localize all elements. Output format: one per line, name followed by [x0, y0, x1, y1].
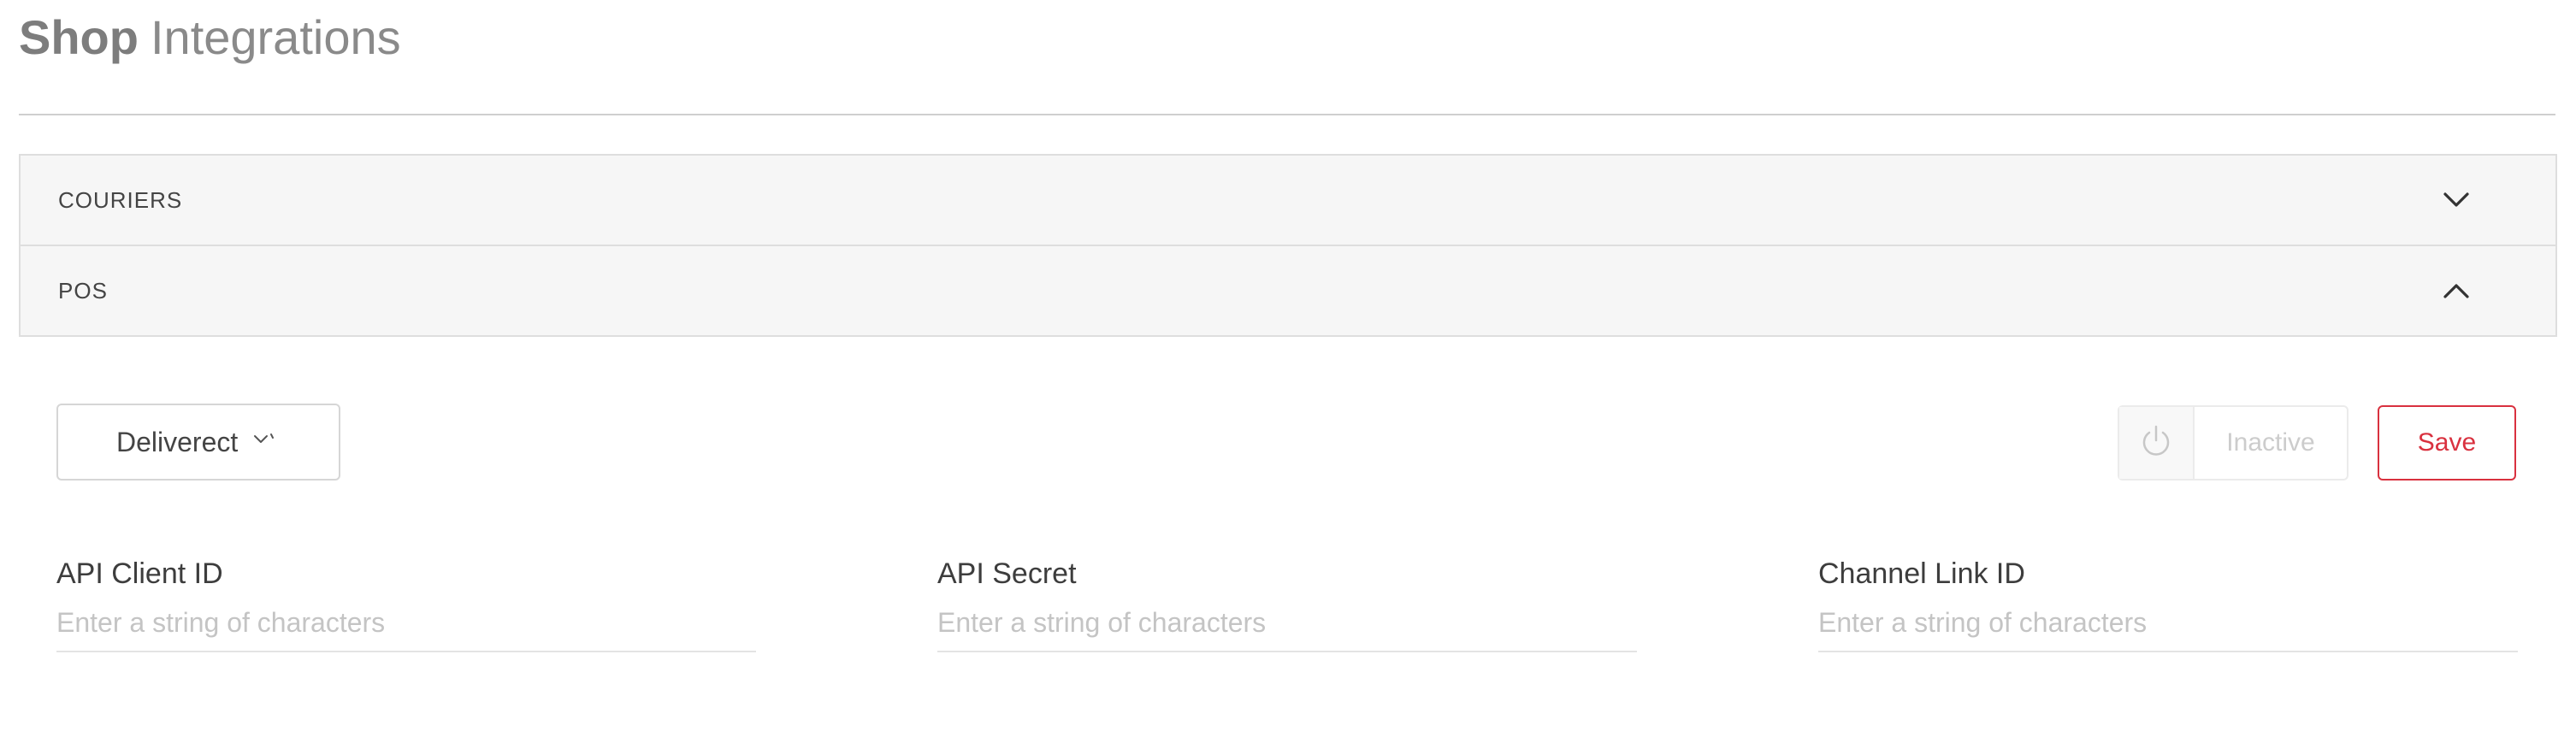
pos-provider-value: Deliverect — [116, 426, 239, 457]
header-divider — [19, 114, 2555, 115]
api-secret-input[interactable] — [937, 607, 1637, 652]
api-client-id-label: API Client ID — [56, 557, 223, 590]
page-title-primary: Shop — [19, 10, 139, 64]
page-title: Shop Integrations — [19, 7, 401, 68]
status-toggle-label: Inactive — [2226, 428, 2315, 457]
integrations-accordion: COURIERS POS — [19, 154, 2557, 337]
accordion-label-pos: POS — [58, 277, 108, 304]
status-toggle[interactable]: Inactive — [2118, 405, 2349, 481]
api-secret-field-group: API Secret — [937, 556, 1637, 652]
power-toggle-button[interactable] — [2119, 407, 2195, 479]
page-title-secondary: Integrations — [150, 10, 401, 64]
accordion-header-pos[interactable]: POS — [21, 245, 2555, 335]
api-client-id-input[interactable] — [56, 607, 756, 652]
accordion-label-couriers: COURIERS — [58, 186, 183, 213]
caret-down-icon — [253, 433, 275, 446]
channel-link-id-field-group: Channel Link ID — [1818, 556, 2518, 652]
pos-provider-select[interactable]: Deliverect — [56, 404, 340, 481]
power-icon — [2139, 422, 2173, 464]
api-client-id-field-group: API Client ID — [56, 556, 756, 652]
channel-link-id-label: Channel Link ID — [1818, 557, 2025, 590]
accordion-header-couriers[interactable]: COURIERS — [21, 156, 2555, 245]
chevron-down-icon[interactable] — [2441, 185, 2472, 215]
api-secret-label: API Secret — [937, 557, 1077, 590]
chevron-up-icon[interactable] — [2441, 275, 2472, 306]
channel-link-id-input[interactable] — [1818, 607, 2518, 652]
save-button[interactable]: Save — [2378, 405, 2516, 481]
